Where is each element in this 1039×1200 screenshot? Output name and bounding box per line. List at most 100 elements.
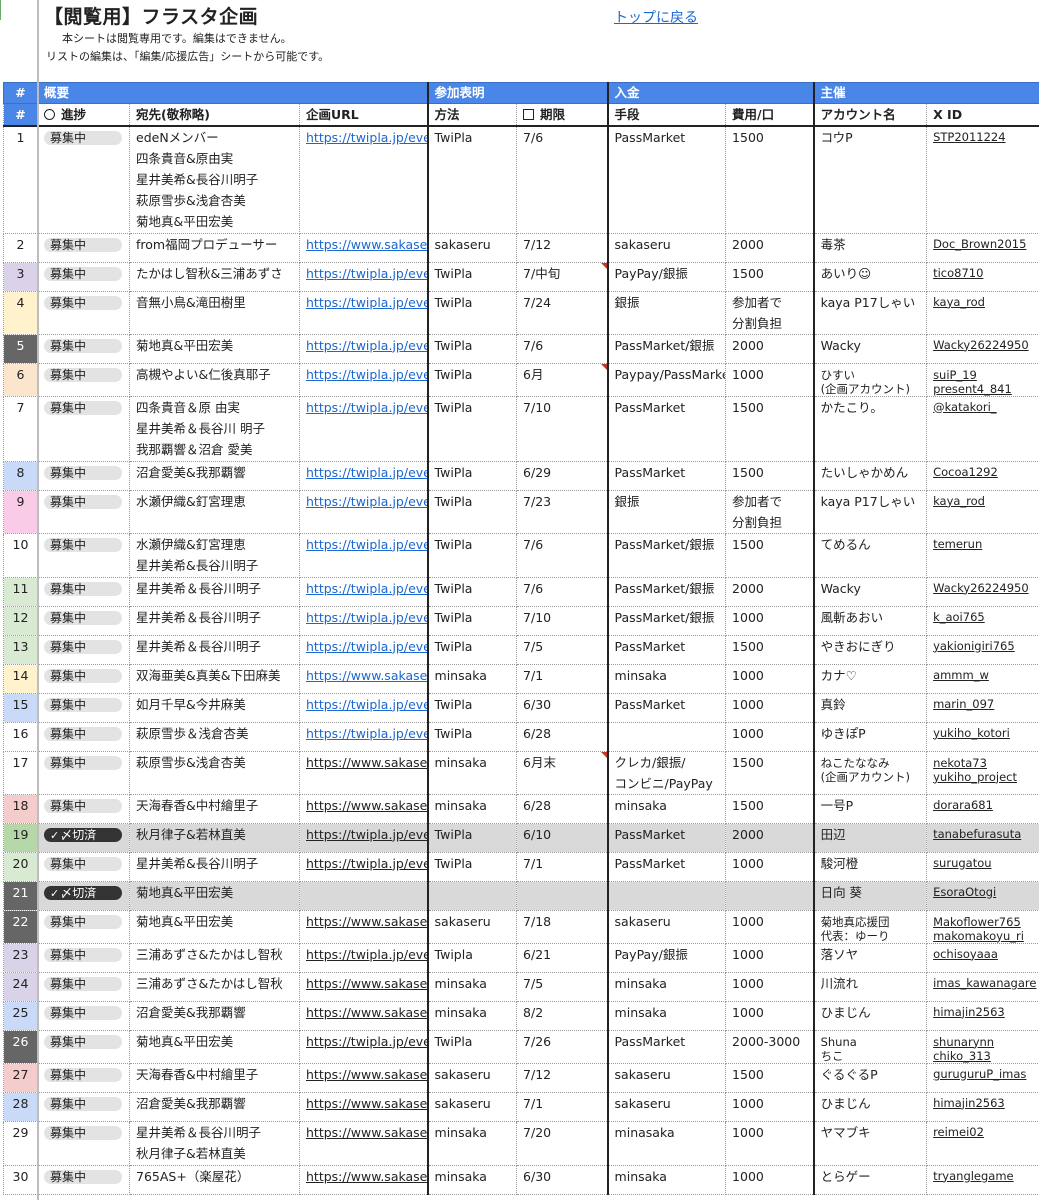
method-cell[interactable]: TwiPla <box>426 634 518 665</box>
method-cell[interactable]: TwiPla <box>426 460 518 491</box>
status-chip[interactable]: 募集中 <box>44 668 122 683</box>
host-account-cell[interactable]: ひすい (企画アカウント) <box>812 362 928 397</box>
deadline-cell[interactable]: 8/2 <box>516 1000 609 1031</box>
status-chip[interactable]: 募集中 <box>44 494 122 509</box>
project-url-link[interactable]: https://www.sakaseru <box>306 1005 427 1020</box>
status-cell[interactable]: 募集中 <box>37 1000 130 1031</box>
recipient-cell[interactable]: 沼倉愛美&我那覇響 <box>129 1000 300 1031</box>
cost-cell[interactable]: 1500 <box>725 750 815 795</box>
method-cell[interactable]: minsaka <box>426 971 518 1002</box>
project-url-cell[interactable]: https://twipla.jp/event <box>298 721 429 752</box>
x-id-link[interactable]: guruguruP_imas <box>933 1064 1039 1085</box>
status-cell[interactable]: 募集中 <box>37 395 130 462</box>
cost-cell[interactable]: 2000 <box>725 822 815 853</box>
status-chip[interactable]: 募集中 <box>44 237 122 252</box>
x-id-link[interactable]: kaya_rod <box>933 491 1039 512</box>
x-id-link[interactable]: k_aoi765 <box>933 607 1039 628</box>
recipient-cell[interactable]: 星井美希＆長谷川明子 <box>129 634 300 665</box>
deadline-cell[interactable]: 7/1 <box>516 851 609 882</box>
method-cell[interactable]: sakaseru <box>426 232 518 263</box>
payment-means-cell[interactable] <box>606 880 727 911</box>
payment-means-cell[interactable]: クレカ/銀振/コンビニ/PayPay <box>606 750 727 795</box>
x-id-cell[interactable]: himajin2563 <box>926 1000 1039 1031</box>
status-chip[interactable]: 募集中 <box>44 131 122 145</box>
project-url-link[interactable]: https://www.sakaseru <box>306 237 427 252</box>
status-chip[interactable]: 募集中 <box>44 726 122 741</box>
method-cell[interactable]: TwiPla <box>426 532 518 578</box>
col-to[interactable]: 宛先(敬称略) <box>129 103 300 127</box>
recipient-cell[interactable]: 四条貴音＆原 由実 星井美希＆長谷川 明子 我那覇響＆沼倉 愛美 <box>129 395 300 462</box>
method-cell[interactable]: TwiPla <box>426 721 518 752</box>
deadline-cell[interactable]: 6月 <box>516 362 609 397</box>
project-url-link[interactable]: https://twipla.jp/event <box>306 494 427 509</box>
method-cell[interactable]: minsaka <box>426 663 518 694</box>
x-id-link[interactable]: ochisoyaaa <box>933 944 1039 965</box>
col-xid[interactable]: X ID <box>926 103 1039 127</box>
method-cell[interactable]: Twipla <box>426 942 518 973</box>
host-account-cell[interactable]: 菊地真応援団 代表：ゆーり <box>812 909 928 944</box>
x-id-cell[interactable]: Cocoa1292 <box>926 460 1039 491</box>
col-status[interactable]: 進捗 <box>37 103 130 127</box>
method-cell[interactable]: minsaka <box>426 1120 518 1166</box>
x-id-cell[interactable]: surugatou <box>926 851 1039 882</box>
recipient-cell[interactable]: 三浦あずさ&たかはし智秋 <box>129 942 300 973</box>
cost-cell[interactable]: 2000 <box>725 232 815 263</box>
x-id-link[interactable]: temerun <box>933 534 1039 555</box>
host-account-cell[interactable]: とらゲー <box>812 1164 928 1195</box>
cost-cell[interactable]: 1000 <box>725 721 815 752</box>
project-url-cell[interactable]: https://twipla.jp/event <box>298 460 429 491</box>
x-id-link[interactable]: makomakoyu_ri <box>933 929 1039 943</box>
method-cell[interactable]: TwiPla <box>426 395 518 462</box>
status-cell[interactable]: 募集中 <box>37 851 130 882</box>
recipient-cell[interactable]: 音無小鳥&滝田樹里 <box>129 290 300 335</box>
status-cell[interactable]: 募集中 <box>37 460 130 491</box>
project-url-cell[interactable]: https://twipla.jp/event <box>298 532 429 578</box>
method-cell[interactable]: TwiPla <box>426 125 518 234</box>
status-cell[interactable]: 募集中 <box>37 261 130 292</box>
x-id-cell[interactable]: k_aoi765 <box>926 605 1039 636</box>
project-url-cell[interactable]: https://twipla.jp/event <box>298 489 429 534</box>
recipient-cell[interactable]: 星井美希＆長谷川明子 <box>129 576 300 607</box>
x-id-cell[interactable]: kaya_rod <box>926 290 1039 335</box>
project-url-cell[interactable]: https://www.sakaseru <box>298 750 429 795</box>
cost-cell[interactable]: 1000 <box>725 942 815 973</box>
recipient-cell[interactable]: 菊地真&平田宏美 <box>129 880 300 911</box>
project-url-cell[interactable]: https://twipla.jp/event <box>298 362 429 397</box>
deadline-cell[interactable]: 7/10 <box>516 395 609 462</box>
host-account-cell[interactable]: てめるん <box>812 532 928 578</box>
recipient-cell[interactable]: 天海春香&中村繪里子 <box>129 793 300 824</box>
project-url-link[interactable]: https://twipla.jp/event <box>306 697 427 712</box>
x-id-link[interactable]: kaya_rod <box>933 292 1039 313</box>
payment-means-cell[interactable]: 銀振 <box>606 489 727 534</box>
status-cell[interactable]: 募集中 <box>37 692 130 723</box>
project-url-cell[interactable]: https://www.sakaseru <box>298 1062 429 1093</box>
recipient-cell[interactable]: edeNメンバー 四条貴音&原由実 星井美希&長谷川明子 萩原雪歩&浅倉杏美 菊地真&平… <box>129 125 300 234</box>
payment-means-cell[interactable]: minasaka <box>606 1120 727 1166</box>
payment-means-cell[interactable]: 銀振 <box>606 290 727 335</box>
host-account-cell[interactable]: 真鈴 <box>812 692 928 723</box>
x-id-cell[interactable]: guruguruP_imas <box>926 1062 1039 1093</box>
method-cell[interactable]: minsaka <box>426 750 518 795</box>
cost-cell[interactable]: 参加者で 分割負担 <box>725 290 815 335</box>
project-url-link[interactable]: https://twipla.jp/event <box>306 338 427 353</box>
cost-cell[interactable]: 1500 <box>725 261 815 292</box>
project-url-link[interactable]: https://www.sakaseru <box>306 1096 427 1111</box>
host-account-cell[interactable]: 落ソヤ <box>812 942 928 973</box>
col-deadline[interactable]: 期限 <box>516 103 609 127</box>
project-url-cell[interactable]: https://twipla.jp/event <box>298 851 429 882</box>
payment-means-cell[interactable]: PassMarket/銀振 <box>606 605 727 636</box>
project-url-cell[interactable]: https://twipla.jp/event <box>298 261 429 292</box>
project-url-link[interactable]: https://twipla.jp/event <box>306 610 427 625</box>
host-account-cell[interactable]: あいり☺ <box>812 261 928 292</box>
project-url-cell[interactable] <box>298 880 429 911</box>
deadline-cell[interactable]: 7/6 <box>516 532 609 578</box>
project-url-cell[interactable]: https://twipla.jp/event <box>298 634 429 665</box>
status-cell[interactable]: 募集中 <box>37 1062 130 1093</box>
project-url-cell[interactable]: https://twipla.jp/event <box>298 942 429 973</box>
method-cell[interactable]: TwiPla <box>426 692 518 723</box>
x-id-cell[interactable]: imas_kawanagare <box>926 971 1039 1002</box>
x-id-link[interactable]: imas_kawanagare <box>933 973 1039 994</box>
host-account-cell[interactable]: ヤマブキ <box>812 1120 928 1166</box>
project-url-cell[interactable]: https://twipla.jp/event <box>298 125 429 234</box>
x-id-link[interactable]: Wacky26224950 <box>933 578 1039 599</box>
